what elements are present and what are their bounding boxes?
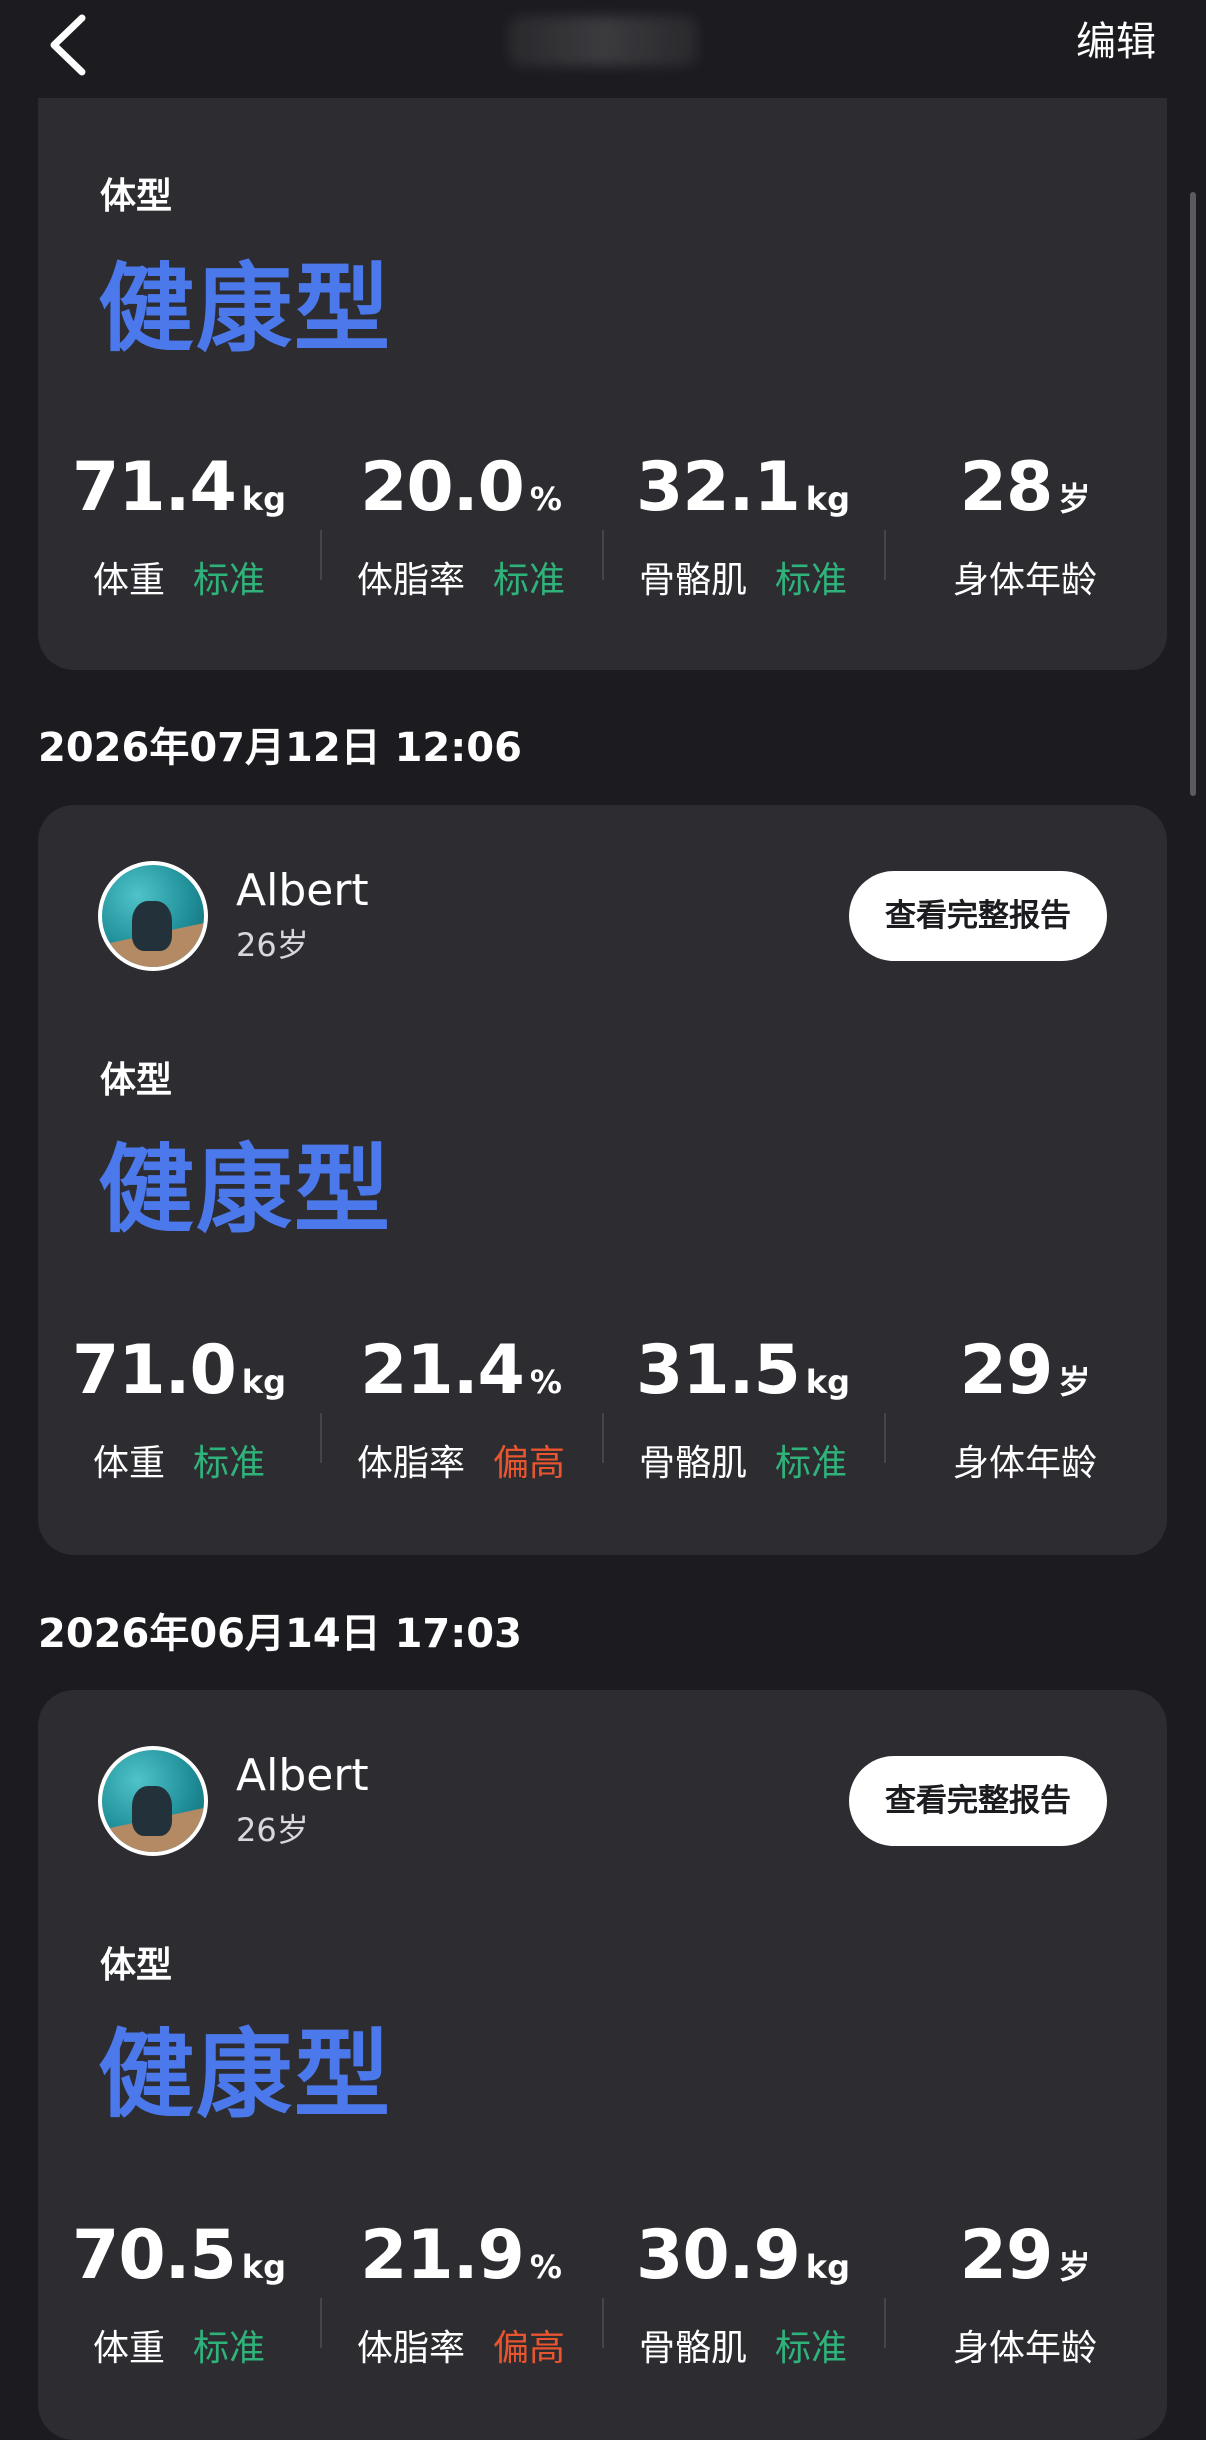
- user-name: Albert: [236, 865, 369, 916]
- body-type-label: 体型: [100, 176, 173, 217]
- view-full-report-button[interactable]: 查看完整报告: [849, 1756, 1107, 1846]
- metric-status: 标准: [193, 1443, 266, 1484]
- body-type-label: 体型: [100, 1060, 173, 1101]
- metric-skeletal-muscle: 31.5 kg 骨骼肌 标准: [602, 1331, 884, 1531]
- record-date: 2026年06月14日 17:03: [38, 1611, 522, 1657]
- metric-skeletal-muscle: 32.1 kg 骨骼肌 标准: [602, 448, 884, 648]
- user-age: 26岁: [236, 926, 309, 964]
- body-type-label: 体型: [100, 1945, 173, 1986]
- metric-body-fat: 21.9% 体脂率 偏高: [320, 2216, 602, 2416]
- metric-unit: kg: [241, 480, 286, 518]
- metric-value: 71.4: [72, 448, 237, 527]
- metric-label: 骨骼肌: [638, 1443, 747, 1484]
- metric-body-age: 29 岁 身体年龄: [884, 2216, 1166, 2416]
- metric-unit: %: [529, 2248, 562, 2286]
- body-type-value: 健康型: [98, 1134, 392, 1246]
- metric-value: 71.0: [72, 1331, 237, 1410]
- edit-button[interactable]: 编辑: [1076, 14, 1156, 70]
- record-card: Albert 26岁 查看完整报告 体型 健康型 71.0 kg 体重 标准 21.…: [38, 805, 1167, 1555]
- top-bar: 编辑: [0, 0, 1206, 98]
- body-type-value: 健康型: [98, 2019, 392, 2131]
- avatar[interactable]: [98, 861, 208, 971]
- user-name: Albert: [236, 1750, 369, 1801]
- record-card: 体型 健康型 71.4 kg 体重 标准 20.0% 体脂率 标准 32.1 kg 骨骼…: [38, 60, 1167, 670]
- metric-weight: 70.5 kg 体重 标准: [38, 2216, 320, 2416]
- user-age: 26岁: [236, 1811, 309, 1849]
- metric-weight: 71.0 kg 体重 标准: [38, 1331, 320, 1531]
- metric-label: 体重: [92, 2328, 165, 2369]
- metric-value: 70.5: [72, 2216, 237, 2295]
- record-date: 2026年07月12日 12:06: [38, 725, 522, 771]
- metric-value: 28: [959, 448, 1054, 527]
- back-button[interactable]: [44, 12, 96, 78]
- metrics-row: 71.0 kg 体重 标准 21.4% 体脂率 偏高 31.5 kg 骨骼肌 标准 29 岁…: [38, 1331, 1167, 1531]
- metric-skeletal-muscle: 30.9 kg 骨骼肌 标准: [602, 2216, 884, 2416]
- metric-body-age: 29 岁 身体年龄: [884, 1331, 1166, 1531]
- metric-value: 29: [959, 1331, 1054, 1410]
- metric-body-fat: 20.0% 体脂率 标准: [320, 448, 602, 648]
- metric-unit: kg: [241, 2248, 286, 2286]
- metric-status: 标准: [193, 2328, 266, 2369]
- metric-label: 身体年龄: [952, 560, 1097, 601]
- metrics-row: 71.4 kg 体重 标准 20.0% 体脂率 标准 32.1 kg 骨骼肌 标准 28 岁…: [38, 448, 1167, 648]
- metric-unit: kg: [805, 2248, 850, 2286]
- metric-status: 偏高: [493, 2328, 566, 2369]
- metric-unit: kg: [805, 1363, 850, 1401]
- metric-unit: kg: [805, 480, 850, 518]
- metric-label: 身体年龄: [952, 1443, 1097, 1484]
- metric-status: 标准: [775, 2328, 848, 2369]
- metric-unit: %: [529, 1363, 562, 1401]
- metric-status: 偏高: [493, 1443, 566, 1484]
- metric-value: 20.0: [360, 448, 525, 527]
- metric-status: 标准: [193, 560, 266, 601]
- metric-value: 30.9: [636, 2216, 801, 2295]
- chevron-left-icon: [50, 14, 86, 76]
- metric-unit: kg: [241, 1363, 286, 1401]
- avatar[interactable]: [98, 1746, 208, 1856]
- metric-status: 标准: [493, 560, 566, 601]
- metric-unit: %: [529, 480, 562, 518]
- metric-body-age: 28 岁 身体年龄: [884, 448, 1166, 648]
- body-type-value: 健康型: [98, 253, 392, 365]
- metric-value: 21.9: [360, 2216, 525, 2295]
- metric-label: 骨骼肌: [638, 2328, 747, 2369]
- metric-label: 体脂率: [356, 2328, 465, 2369]
- metric-unit: 岁: [1058, 480, 1091, 518]
- metric-unit: 岁: [1058, 1363, 1091, 1401]
- metric-value: 32.1: [636, 448, 801, 527]
- avatar-person-shape: [132, 1786, 172, 1836]
- scrollbar[interactable]: [1190, 192, 1196, 796]
- metric-label: 骨骼肌: [638, 560, 747, 601]
- metric-label: 身体年龄: [952, 2328, 1097, 2369]
- record-card: Albert 26岁 查看完整报告 体型 健康型 70.5 kg 体重 标准 21.…: [38, 1690, 1167, 2440]
- metric-status: 标准: [775, 1443, 848, 1484]
- metric-value: 29: [959, 2216, 1054, 2295]
- metric-status: 标准: [775, 560, 848, 601]
- metric-value: 21.4: [360, 1331, 525, 1410]
- page-title-blurred: [508, 16, 698, 66]
- metric-label: 体重: [92, 1443, 165, 1484]
- metric-label: 体重: [92, 560, 165, 601]
- metric-unit: 岁: [1058, 2248, 1091, 2286]
- metric-weight: 71.4 kg 体重 标准: [38, 448, 320, 648]
- metric-body-fat: 21.4% 体脂率 偏高: [320, 1331, 602, 1531]
- avatar-person-shape: [132, 901, 172, 951]
- view-full-report-button[interactable]: 查看完整报告: [849, 871, 1107, 961]
- metrics-row: 70.5 kg 体重 标准 21.9% 体脂率 偏高 30.9 kg 骨骼肌 标准 29 岁…: [38, 2216, 1167, 2416]
- metric-label: 体脂率: [356, 1443, 465, 1484]
- metric-label: 体脂率: [356, 560, 465, 601]
- metric-value: 31.5: [636, 1331, 801, 1410]
